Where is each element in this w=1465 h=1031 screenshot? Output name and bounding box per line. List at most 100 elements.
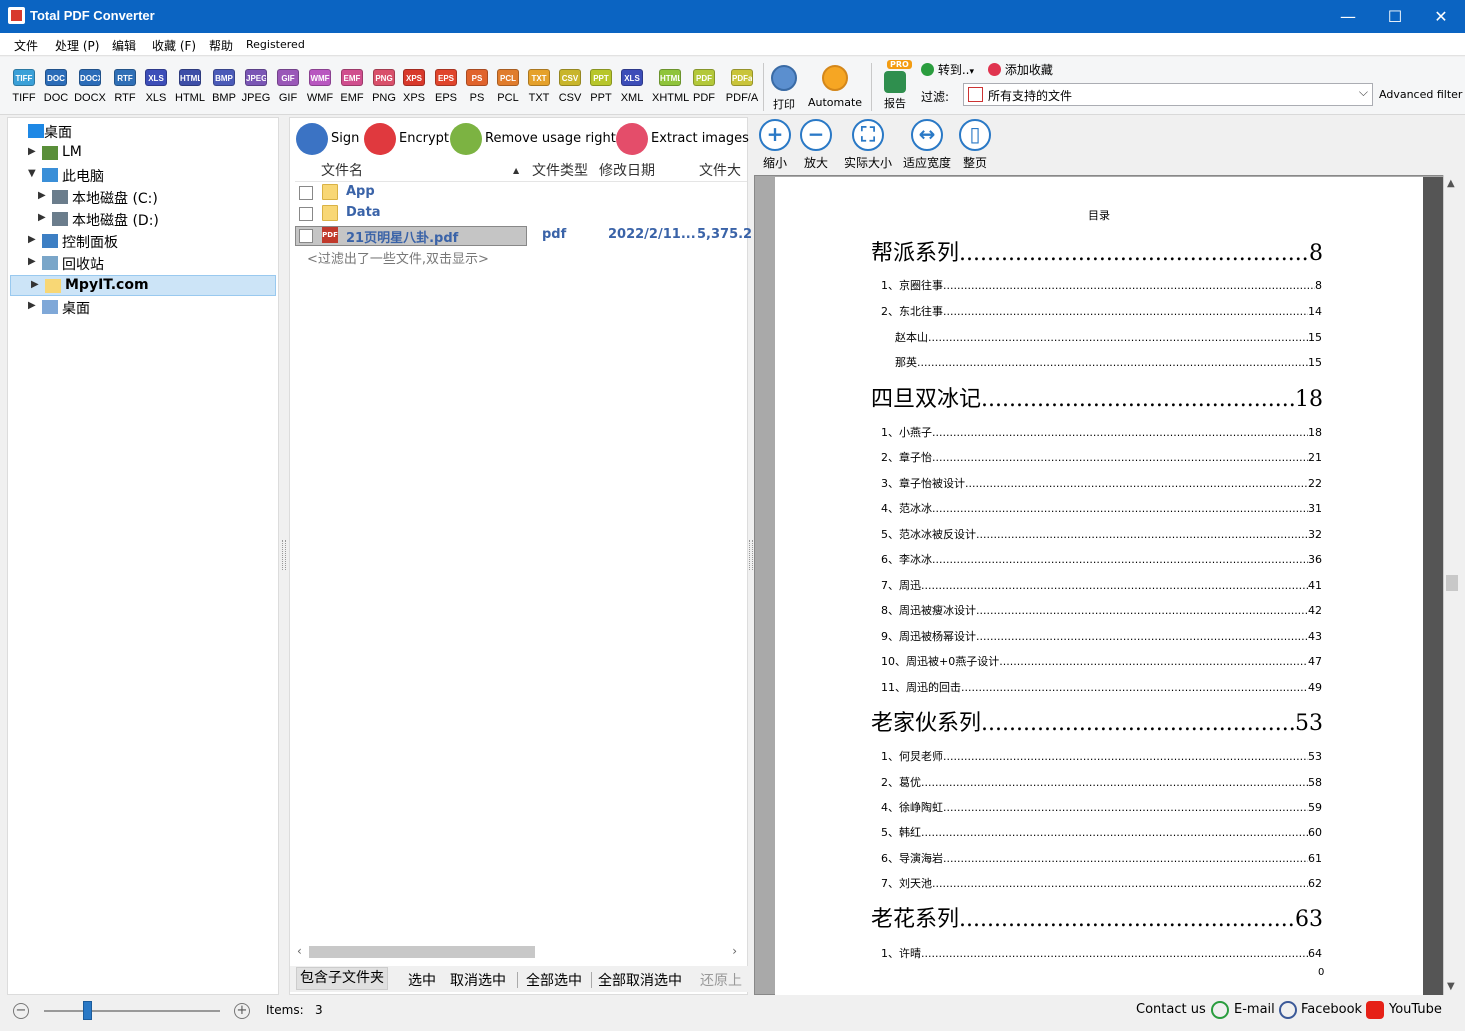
email-link[interactable]: E-mail [1234, 1002, 1275, 1017]
chevron-right-icon[interactable]: ▶ [38, 212, 46, 223]
goto-button[interactable]: 转到..▾ [921, 61, 974, 78]
file-row[interactable]: App [295, 183, 745, 203]
column-date[interactable]: 修改日期 [599, 160, 655, 182]
tree-item[interactable]: 桌面 [8, 121, 276, 142]
heart-icon [988, 63, 1001, 76]
facebook-link[interactable]: Facebook [1301, 1002, 1362, 1017]
filtered-files-note[interactable]: <过滤出了一些文件,双击显示> [307, 248, 489, 267]
convert-wmf-button[interactable]: WMF WMF [304, 69, 336, 104]
convert-txt-button[interactable]: TXT TXT [523, 69, 555, 104]
convert-rtf-button[interactable]: RTF RTF [109, 69, 141, 104]
include-subfolders-toggle[interactable]: 包含子文件夹 [296, 967, 388, 990]
advanced-filter-link[interactable]: Advanced filter [1379, 88, 1462, 101]
toc-page: 53 [1308, 750, 1322, 763]
tree-item[interactable]: ▶ 本地磁盘 (D:) [8, 209, 276, 230]
zoom-slider-thumb[interactable] [83, 1001, 92, 1020]
zoom-plus-icon[interactable]: + [234, 1003, 250, 1019]
youtube-link[interactable]: YouTube [1389, 1002, 1442, 1017]
convert-tiff-button[interactable]: TIFF TIFF [8, 69, 40, 104]
scroll-up-icon[interactable]: ▲ [1447, 178, 1455, 189]
scroll-right-icon[interactable]: › [732, 944, 737, 958]
whole-page-button[interactable]: ▯ 整页 [957, 119, 993, 171]
convert-ps-button[interactable]: PS PS [461, 69, 493, 104]
convert-docx-button[interactable]: DOCX DOCX [74, 69, 106, 104]
convert-ppt-button[interactable]: PPT PPT [585, 69, 617, 104]
deselect-all-link[interactable]: 全部取消选中 [598, 970, 682, 990]
youtube-icon[interactable] [1366, 1001, 1384, 1019]
file-checkbox[interactable] [299, 186, 313, 200]
select-link[interactable]: 选中 [408, 970, 436, 990]
convert-pcl-button[interactable]: PCL PCL [492, 69, 524, 104]
convert-png-button[interactable]: PNG PNG [368, 69, 400, 104]
chevron-right-icon[interactable]: ▶ [28, 146, 36, 157]
tree-item[interactable]: ▶ 本地磁盘 (C:) [8, 187, 276, 208]
select-all-link[interactable]: 全部选中 [526, 970, 582, 990]
convert-gif-button[interactable]: GIF GIF [272, 69, 304, 104]
automate-button[interactable]: Automate [806, 65, 864, 109]
file-row[interactable]: PDF 21页明星八卦.pdf pdf 2022/2/11... 5,375.2 [295, 226, 752, 246]
file-checkbox[interactable] [299, 207, 313, 221]
maximize-button[interactable]: ☐ [1372, 0, 1418, 33]
menu-help[interactable]: 帮助 [209, 37, 233, 54]
convert-html-button[interactable]: HTML HTML [174, 69, 206, 104]
vertical-scrollbar[interactable]: ▲ ▼ [1443, 175, 1459, 995]
minimize-button[interactable]: — [1325, 0, 1371, 33]
convert-emf-button[interactable]: EMF EMF [336, 69, 368, 104]
print-button[interactable]: 打印 [768, 65, 800, 112]
format-eps-icon: EPS [435, 69, 457, 86]
convert-eps-button[interactable]: EPS EPS [430, 69, 462, 104]
column-size[interactable]: 文件大 [699, 160, 741, 182]
convert-pdfa-button[interactable]: PDFa PDF/A [724, 69, 760, 104]
restore-link[interactable]: 还原上 [700, 970, 742, 990]
file-row[interactable]: Data [295, 204, 745, 224]
convert-doc-button[interactable]: DOC DOC [40, 69, 72, 104]
chevron-down-icon[interactable]: ▼ [28, 168, 36, 179]
scroll-left-icon[interactable]: ‹ [297, 944, 302, 958]
filter-dropdown[interactable]: 所有支持的文件 ⌵ [963, 83, 1373, 106]
facebook-icon[interactable] [1279, 1001, 1297, 1019]
zoom-out-button[interactable]: − 放大 [798, 119, 834, 171]
convert-bmp-button[interactable]: BMP BMP [208, 69, 240, 104]
tree-item[interactable]: ▶ LM [8, 143, 276, 164]
scroll-down-icon[interactable]: ▼ [1447, 981, 1455, 992]
zoom-in-button[interactable]: + 缩小 [757, 119, 793, 171]
menu-favorites[interactable]: 收藏 (F) [152, 37, 196, 54]
fit-width-button[interactable]: ↔ 适应宽度 [902, 119, 952, 171]
add-favorite-button[interactable]: 添加收藏 [988, 61, 1053, 78]
zoom-minus-icon[interactable]: − [13, 1003, 29, 1019]
column-type[interactable]: 文件类型 [532, 160, 588, 182]
vertical-scroll-thumb[interactable] [1446, 575, 1458, 591]
chevron-right-icon[interactable]: ▶ [38, 190, 46, 201]
chevron-right-icon[interactable]: ▶ [28, 234, 36, 245]
tree-item[interactable]: ▶ 回收站 [8, 253, 276, 274]
convert-pdf-button[interactable]: PDF PDF [688, 69, 720, 104]
convert-xml-button[interactable]: XLS XML [616, 69, 648, 104]
left-splitter[interactable] [282, 540, 286, 570]
actual-size-button[interactable]: ⛶ 实际大小 [843, 119, 893, 171]
tree-item[interactable]: ▼ 此电脑 [8, 165, 276, 186]
menu-process[interactable]: 处理 (P) [55, 37, 99, 54]
convert-csv-button[interactable]: CSV CSV [554, 69, 586, 104]
chevron-right-icon[interactable]: ▶ [28, 256, 36, 267]
zoom-slider-track[interactable] [44, 1010, 220, 1012]
deselect-link[interactable]: 取消选中 [450, 970, 506, 990]
column-name[interactable]: 文件名 [321, 160, 363, 182]
close-button[interactable]: ✕ [1418, 0, 1464, 33]
horizontal-scrollbar[interactable]: ‹ › [295, 944, 743, 960]
email-icon[interactable] [1211, 1001, 1229, 1019]
convert-xhtml-button[interactable]: HTML XHTML [652, 69, 689, 104]
tree-item[interactable]: ▶ MpyIT.com [10, 275, 276, 296]
convert-xps-button[interactable]: XPS XPS [398, 69, 430, 104]
scroll-thumb[interactable] [309, 946, 535, 958]
tree-item[interactable]: ▶ 控制面板 [8, 231, 276, 252]
chevron-right-icon[interactable]: ▶ [31, 279, 39, 290]
file-checkbox[interactable] [299, 229, 313, 243]
chevron-right-icon[interactable]: ▶ [28, 300, 36, 311]
convert-xls-button[interactable]: XLS XLS [140, 69, 172, 104]
report-button[interactable]: 报告 [879, 65, 911, 111]
tree-item[interactable]: ▶ 桌面 [8, 297, 276, 318]
convert-jpeg-button[interactable]: JPEG JPEG [240, 69, 272, 104]
menu-file[interactable]: 文件 [14, 37, 38, 54]
right-splitter[interactable] [749, 540, 753, 570]
menu-edit[interactable]: 编辑 [112, 37, 136, 54]
